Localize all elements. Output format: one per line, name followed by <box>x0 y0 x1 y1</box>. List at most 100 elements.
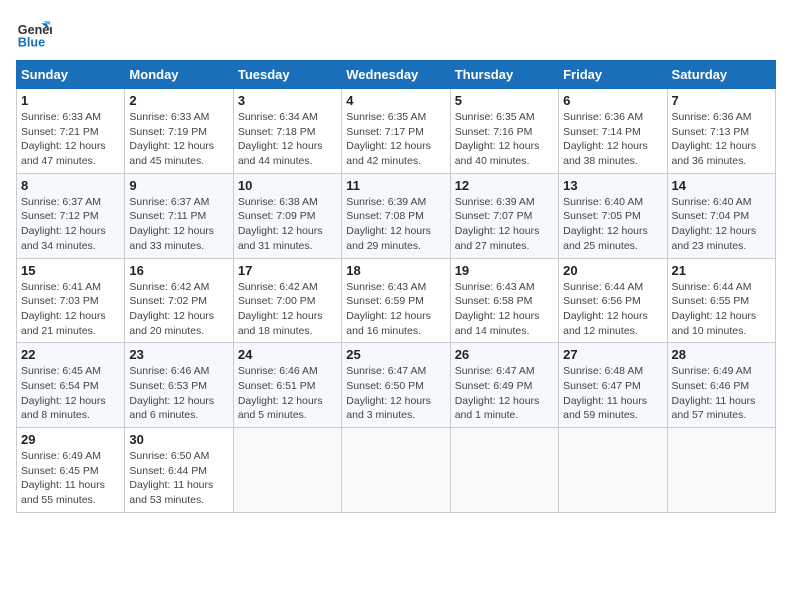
calendar-cell: 8Sunrise: 6:37 AMSunset: 7:12 PMDaylight… <box>17 173 125 258</box>
day-info: Sunrise: 6:44 AMSunset: 6:56 PMDaylight:… <box>563 280 662 339</box>
calendar-cell: 24 Sunrise: 6:46 AMSunset: 6:51 PMDayligh… <box>233 343 341 428</box>
day-number: 24 <box>238 347 337 362</box>
day-number: 19 <box>455 263 554 278</box>
calendar-week-row: 8Sunrise: 6:37 AMSunset: 7:12 PMDaylight… <box>17 173 776 258</box>
day-info: Sunrise: 6:36 AMSunset: 7:14 PMDaylight:… <box>563 110 662 169</box>
calendar-cell: 19 Sunrise: 6:43 AMSunset: 6:58 PMDayligh… <box>450 258 558 343</box>
weekday-header-wednesday: Wednesday <box>342 61 450 89</box>
calendar-cell: 30 Sunrise: 6:50 AMSunset: 6:44 PMDayligh… <box>125 428 233 513</box>
day-info: Sunrise: 6:33 AMSunset: 7:21 PMDaylight:… <box>21 110 120 169</box>
calendar-week-row: 15 Sunrise: 6:41 AMSunset: 7:03 PMDayligh… <box>17 258 776 343</box>
day-number: 17 <box>238 263 337 278</box>
calendar-cell: 2 Sunrise: 6:33 AMSunset: 7:19 PMDaylight… <box>125 89 233 174</box>
logo: General Blue <box>16 16 52 52</box>
day-number: 5 <box>455 93 554 108</box>
day-number: 9 <box>129 178 228 193</box>
day-info: Sunrise: 6:41 AMSunset: 7:03 PMDaylight:… <box>21 280 120 339</box>
day-number: 11 <box>346 178 445 193</box>
calendar-cell <box>559 428 667 513</box>
calendar-cell: 13Sunrise: 6:40 AMSunset: 7:05 PMDayligh… <box>559 173 667 258</box>
day-info: Sunrise: 6:34 AMSunset: 7:18 PMDaylight:… <box>238 110 337 169</box>
calendar-week-row: 22 Sunrise: 6:45 AMSunset: 6:54 PMDayligh… <box>17 343 776 428</box>
calendar-cell: 21 Sunrise: 6:44 AMSunset: 6:55 PMDayligh… <box>667 258 775 343</box>
day-info: Sunrise: 6:43 AMSunset: 6:59 PMDaylight:… <box>346 280 445 339</box>
day-info: Sunrise: 6:49 AMSunset: 6:45 PMDaylight:… <box>21 449 120 508</box>
day-number: 23 <box>129 347 228 362</box>
calendar-cell: 3 Sunrise: 6:34 AMSunset: 7:18 PMDaylight… <box>233 89 341 174</box>
calendar-cell: 4 Sunrise: 6:35 AMSunset: 7:17 PMDaylight… <box>342 89 450 174</box>
day-number: 20 <box>563 263 662 278</box>
day-info: Sunrise: 6:42 AMSunset: 7:02 PMDaylight:… <box>129 280 228 339</box>
calendar-cell <box>233 428 341 513</box>
calendar-cell: 18 Sunrise: 6:43 AMSunset: 6:59 PMDayligh… <box>342 258 450 343</box>
calendar-cell: 6 Sunrise: 6:36 AMSunset: 7:14 PMDaylight… <box>559 89 667 174</box>
day-info: Sunrise: 6:42 AMSunset: 7:00 PMDaylight:… <box>238 280 337 339</box>
day-number: 4 <box>346 93 445 108</box>
day-number: 22 <box>21 347 120 362</box>
calendar-cell: 10 Sunrise: 6:38 AMSunset: 7:09 PMDayligh… <box>233 173 341 258</box>
day-info: Sunrise: 6:50 AMSunset: 6:44 PMDaylight:… <box>129 449 228 508</box>
weekday-header-tuesday: Tuesday <box>233 61 341 89</box>
day-info: Sunrise: 6:48 AMSunset: 6:47 PMDaylight:… <box>563 364 662 423</box>
calendar-cell: 11 Sunrise: 6:39 AMSunset: 7:08 PMDayligh… <box>342 173 450 258</box>
day-number: 16 <box>129 263 228 278</box>
day-info: Sunrise: 6:45 AMSunset: 6:54 PMDaylight:… <box>21 364 120 423</box>
calendar-week-row: 1Sunrise: 6:33 AMSunset: 7:21 PMDaylight… <box>17 89 776 174</box>
day-info: Sunrise: 6:46 AMSunset: 6:51 PMDaylight:… <box>238 364 337 423</box>
calendar-cell: 15 Sunrise: 6:41 AMSunset: 7:03 PMDayligh… <box>17 258 125 343</box>
day-info: Sunrise: 6:49 AMSunset: 6:46 PMDaylight:… <box>672 364 771 423</box>
day-number: 6 <box>563 93 662 108</box>
calendar-cell: 9 Sunrise: 6:37 AMSunset: 7:11 PMDaylight… <box>125 173 233 258</box>
day-info: Sunrise: 6:38 AMSunset: 7:09 PMDaylight:… <box>238 195 337 254</box>
day-info: Sunrise: 6:40 AMSunset: 7:04 PMDaylight:… <box>672 195 771 254</box>
svg-text:Blue: Blue <box>18 36 45 50</box>
day-info: Sunrise: 6:36 AMSunset: 7:13 PMDaylight:… <box>672 110 771 169</box>
calendar-cell: 20 Sunrise: 6:44 AMSunset: 6:56 PMDayligh… <box>559 258 667 343</box>
day-info: Sunrise: 6:35 AMSunset: 7:17 PMDaylight:… <box>346 110 445 169</box>
day-number: 10 <box>238 178 337 193</box>
logo-icon: General Blue <box>16 16 52 52</box>
calendar-table: SundayMondayTuesdayWednesdayThursdayFrid… <box>16 60 776 513</box>
day-number: 7 <box>672 93 771 108</box>
day-number: 2 <box>129 93 228 108</box>
day-number: 14 <box>672 178 771 193</box>
day-number: 3 <box>238 93 337 108</box>
calendar-cell: 1Sunrise: 6:33 AMSunset: 7:21 PMDaylight… <box>17 89 125 174</box>
day-number: 29 <box>21 432 120 447</box>
day-info: Sunrise: 6:47 AMSunset: 6:50 PMDaylight:… <box>346 364 445 423</box>
day-info: Sunrise: 6:37 AMSunset: 7:11 PMDaylight:… <box>129 195 228 254</box>
calendar-cell: 17 Sunrise: 6:42 AMSunset: 7:00 PMDayligh… <box>233 258 341 343</box>
day-number: 21 <box>672 263 771 278</box>
calendar-cell: 29 Sunrise: 6:49 AMSunset: 6:45 PMDayligh… <box>17 428 125 513</box>
day-info: Sunrise: 6:39 AMSunset: 7:08 PMDaylight:… <box>346 195 445 254</box>
calendar-cell: 7 Sunrise: 6:36 AMSunset: 7:13 PMDaylight… <box>667 89 775 174</box>
day-info: Sunrise: 6:39 AMSunset: 7:07 PMDaylight:… <box>455 195 554 254</box>
day-number: 25 <box>346 347 445 362</box>
calendar-cell: 5Sunrise: 6:35 AMSunset: 7:16 PMDaylight… <box>450 89 558 174</box>
calendar-cell: 28 Sunrise: 6:49 AMSunset: 6:46 PMDayligh… <box>667 343 775 428</box>
day-number: 15 <box>21 263 120 278</box>
calendar-week-row: 29 Sunrise: 6:49 AMSunset: 6:45 PMDayligh… <box>17 428 776 513</box>
day-number: 27 <box>563 347 662 362</box>
day-info: Sunrise: 6:33 AMSunset: 7:19 PMDaylight:… <box>129 110 228 169</box>
calendar-cell: 22 Sunrise: 6:45 AMSunset: 6:54 PMDayligh… <box>17 343 125 428</box>
weekday-header-sunday: Sunday <box>17 61 125 89</box>
day-info: Sunrise: 6:46 AMSunset: 6:53 PMDaylight:… <box>129 364 228 423</box>
calendar-header-row: SundayMondayTuesdayWednesdayThursdayFrid… <box>17 61 776 89</box>
calendar-cell: 25 Sunrise: 6:47 AMSunset: 6:50 PMDayligh… <box>342 343 450 428</box>
day-info: Sunrise: 6:37 AMSunset: 7:12 PMDaylight:… <box>21 195 120 254</box>
day-number: 28 <box>672 347 771 362</box>
calendar-cell <box>342 428 450 513</box>
day-number: 30 <box>129 432 228 447</box>
calendar-cell: 16 Sunrise: 6:42 AMSunset: 7:02 PMDayligh… <box>125 258 233 343</box>
day-info: Sunrise: 6:43 AMSunset: 6:58 PMDaylight:… <box>455 280 554 339</box>
day-number: 12 <box>455 178 554 193</box>
calendar-cell <box>667 428 775 513</box>
weekday-header-thursday: Thursday <box>450 61 558 89</box>
day-info: Sunrise: 6:44 AMSunset: 6:55 PMDaylight:… <box>672 280 771 339</box>
calendar-cell: 14 Sunrise: 6:40 AMSunset: 7:04 PMDayligh… <box>667 173 775 258</box>
day-number: 18 <box>346 263 445 278</box>
calendar-cell <box>450 428 558 513</box>
calendar-cell: 12 Sunrise: 6:39 AMSunset: 7:07 PMDayligh… <box>450 173 558 258</box>
calendar-cell: 23 Sunrise: 6:46 AMSunset: 6:53 PMDayligh… <box>125 343 233 428</box>
